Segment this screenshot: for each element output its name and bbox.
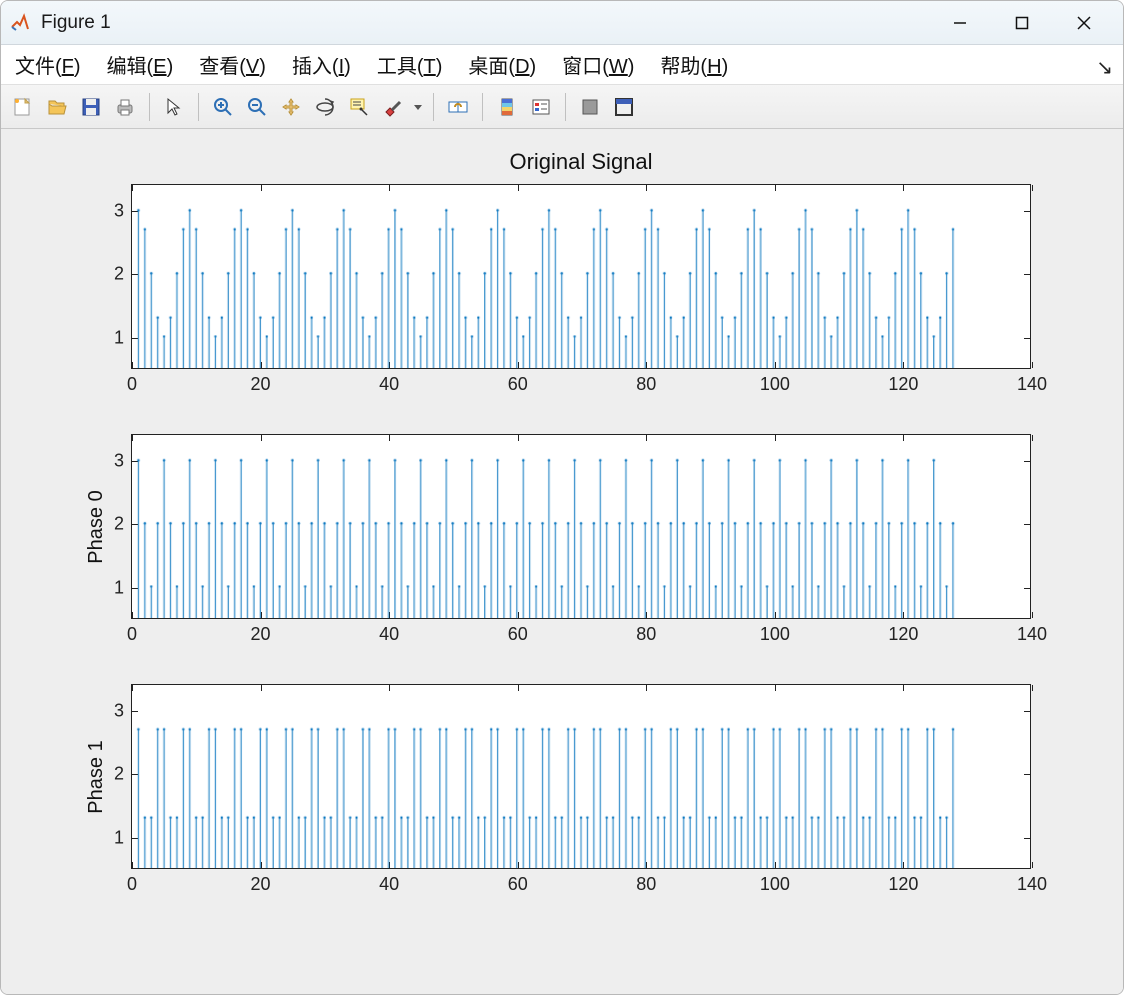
xtick-label: 20: [251, 368, 271, 395]
brush-dropdown-icon[interactable]: [411, 91, 425, 123]
hide-toolbar-icon[interactable]: [574, 91, 606, 123]
xtick-label: 40: [379, 368, 399, 395]
new-figure-icon[interactable]: [7, 91, 39, 123]
ytick-label: 3: [114, 450, 132, 471]
figure-window: Figure 1 文件(F) 编辑(E) 查看(V) 插入(I) 工具(T) 桌…: [0, 0, 1124, 995]
link-axes-icon[interactable]: [442, 91, 474, 123]
menu-help[interactable]: 帮助(H): [654, 46, 734, 83]
ytick-label: 1: [114, 328, 132, 349]
zoom-out-icon[interactable]: [241, 91, 273, 123]
xtick-label: 20: [251, 618, 271, 645]
axes-0[interactable]: Original Signal123020406080100120140: [131, 184, 1031, 369]
axes-ylabel: Phase 0: [85, 490, 108, 563]
xtick-label: 100: [760, 868, 790, 895]
ytick-label: 2: [114, 764, 132, 785]
axes-1[interactable]: Phase 0123020406080100120140: [131, 434, 1031, 619]
minimize-button[interactable]: [929, 3, 991, 43]
xtick-label: 120: [888, 618, 918, 645]
legend-icon[interactable]: [525, 91, 557, 123]
menu-tools[interactable]: 工具(T): [371, 46, 449, 83]
matlab-app-icon: [9, 12, 31, 34]
menu-view[interactable]: 查看(V): [193, 46, 272, 83]
xtick-label: 120: [888, 868, 918, 895]
xtick-label: 60: [508, 368, 528, 395]
ytick-label: 1: [114, 578, 132, 599]
menu-window[interactable]: 窗口(W): [556, 46, 640, 83]
dock-icon[interactable]: [608, 91, 640, 123]
xtick-label: 0: [127, 368, 137, 395]
xtick-label: 20: [251, 868, 271, 895]
titlebar: Figure 1: [1, 1, 1123, 45]
toolbar: [1, 85, 1123, 129]
ytick-label: 1: [114, 828, 132, 849]
axes-title: Original Signal: [509, 149, 652, 175]
xtick-label: 0: [127, 868, 137, 895]
menu-edit[interactable]: 编辑(E): [101, 46, 180, 83]
ytick-label: 3: [114, 700, 132, 721]
window-controls: [929, 3, 1115, 43]
xtick-label: 40: [379, 618, 399, 645]
stem-plot-1: [132, 435, 1030, 618]
xtick-label: 40: [379, 868, 399, 895]
ytick-label: 2: [114, 264, 132, 285]
xtick-label: 100: [760, 618, 790, 645]
xtick-label: 140: [1017, 868, 1047, 895]
pan-icon[interactable]: [275, 91, 307, 123]
menu-desktop[interactable]: 桌面(D): [462, 46, 542, 83]
brush-icon[interactable]: [377, 91, 409, 123]
save-icon[interactable]: [75, 91, 107, 123]
window-title: Figure 1: [41, 12, 929, 34]
xtick-label: 0: [127, 618, 137, 645]
figure-canvas[interactable]: Original Signal123020406080100120140Phas…: [1, 129, 1123, 994]
stem-plot-2: [132, 685, 1030, 868]
colorbar-icon[interactable]: [491, 91, 523, 123]
axes-ylabel: Phase 1: [85, 740, 108, 813]
ytick-label: 2: [114, 514, 132, 535]
rotate3d-icon[interactable]: [309, 91, 341, 123]
data-cursor-icon[interactable]: [343, 91, 375, 123]
xtick-label: 140: [1017, 618, 1047, 645]
maximize-button[interactable]: [991, 3, 1053, 43]
ytick-label: 3: [114, 200, 132, 221]
axes-2[interactable]: Phase 1123020406080100120140: [131, 684, 1031, 869]
menubar: 文件(F) 编辑(E) 查看(V) 插入(I) 工具(T) 桌面(D) 窗口(W…: [1, 45, 1123, 85]
close-button[interactable]: [1053, 3, 1115, 43]
zoom-in-icon[interactable]: [207, 91, 239, 123]
print-icon[interactable]: [109, 91, 141, 123]
menu-file[interactable]: 文件(F): [9, 46, 87, 83]
undock-arrow-icon[interactable]: ↘: [1096, 55, 1113, 80]
open-icon[interactable]: [41, 91, 73, 123]
pointer-icon[interactable]: [158, 91, 190, 123]
xtick-label: 80: [636, 618, 656, 645]
xtick-label: 60: [508, 618, 528, 645]
xtick-label: 80: [636, 868, 656, 895]
xtick-label: 60: [508, 868, 528, 895]
xtick-label: 100: [760, 368, 790, 395]
xtick-label: 80: [636, 368, 656, 395]
menu-insert[interactable]: 插入(I): [286, 46, 357, 83]
xtick-label: 140: [1017, 368, 1047, 395]
stem-plot-0: [132, 185, 1030, 368]
xtick-label: 120: [888, 368, 918, 395]
